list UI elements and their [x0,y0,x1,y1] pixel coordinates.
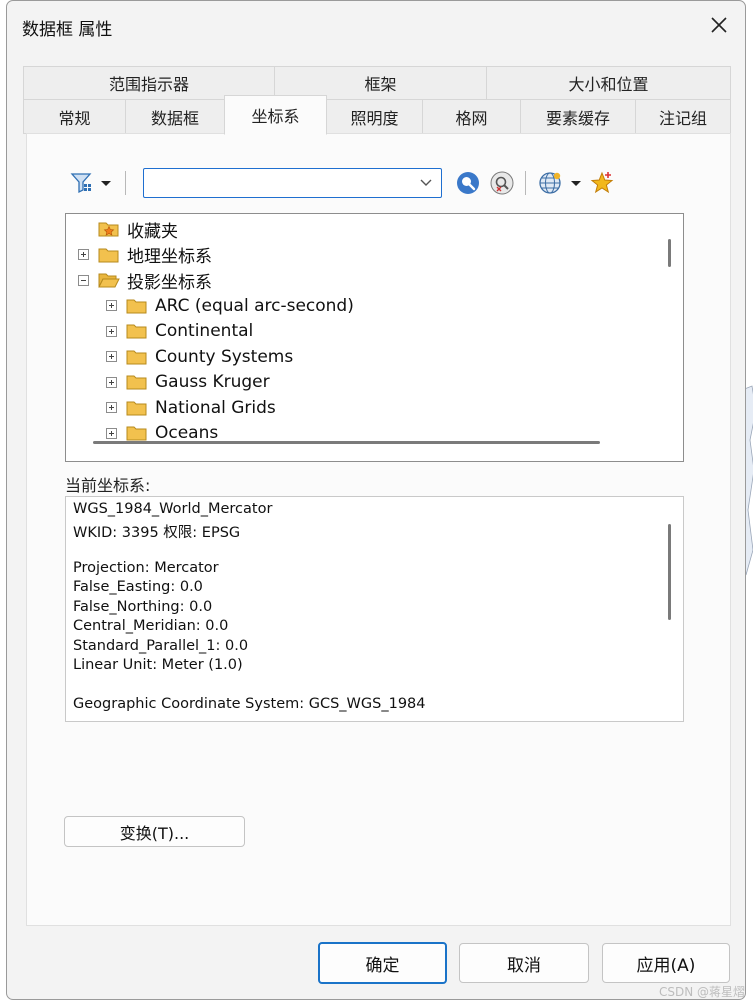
expand-icon[interactable] [106,325,117,337]
dropdown-arrow-icon[interactable] [569,170,583,196]
tab-label: 注记组 [658,108,707,128]
toolbar-separator [125,171,126,195]
tree-item-label: 收藏夹 [127,221,178,242]
tab-data-frame[interactable]: 数据框 [125,99,225,134]
expand-icon[interactable] [106,351,117,362]
tab-label: 数据框 [150,108,199,128]
coordinate-toolbar [69,166,629,202]
tab-label: 要素缓存 [545,108,610,128]
cancel-button-label: 取消 [507,955,541,976]
horizontal-scrollbar[interactable] [93,441,600,444]
coordinate-system-tree[interactable]: 收藏夹地理坐标系投影坐标系 ARC (equal arc-second) Conti… [65,213,684,462]
collapse-icon[interactable] [78,274,89,286]
tab-strip: 范围指示器 框架 大小和位置 常规 数据框 坐标系 照明度 格网 要素缓存 注记… [23,66,731,135]
toolbar-separator [525,171,526,195]
transform-button-label: 变换(T)... [119,823,190,843]
tab-feature-cache[interactable]: 要素缓存 [520,99,636,134]
expand-icon[interactable] [106,427,117,439]
details-line: WGS_1984_World_Mercator [73,501,273,517]
details-scrollbar[interactable] [668,524,671,620]
folder-icon [126,401,147,415]
tree-item[interactable]: County Systems [106,345,293,369]
tab-annotation-groups[interactable]: 注记组 [635,99,731,134]
tree-item[interactable]: 投影坐标系 [78,268,212,293]
tab-label: 坐标系 [251,107,300,126]
details-line: False_Northing: 0.0 [73,598,213,615]
tab-label: 格网 [455,108,488,128]
search-combobox[interactable] [143,168,442,198]
close-icon [711,17,727,33]
expand-icon[interactable] [106,300,117,311]
details-line: Standard_Parallel_1: 0.0 [73,637,249,654]
tree-item-label: County Systems [155,346,294,367]
tree-item[interactable]: Gauss Kruger [106,370,270,394]
watermark: CSDN @蒋星熠 [658,985,745,999]
chevron-down-icon[interactable] [419,177,433,189]
tree-item[interactable]: National Grids [106,396,276,420]
apply-button[interactable]: 应用(A) [602,943,730,983]
tree-item-label: ARC (equal arc-second) [155,295,354,316]
tree-item-label: National Grids [155,397,276,418]
tab-label: 大小和位置 [568,75,649,94]
folder-icon [126,324,147,339]
ok-button[interactable]: 确定 [318,942,447,984]
clear-search-icon[interactable] [489,170,515,196]
tree-item-label: Oceans [155,423,219,443]
title-bar: 数据框 属性 [7,1,745,51]
folder-icon [126,299,147,313]
globe-icon[interactable] [537,170,563,196]
expand-icon[interactable] [106,376,117,388]
vertical-scrollbar[interactable] [668,239,671,267]
details-line: False_Easting: 0.0 [73,579,203,595]
dropdown-arrow-icon[interactable] [99,170,113,196]
tree-item[interactable]: ARC (equal arc-second) [106,294,354,318]
details-line: Linear Unit: Meter (1.0) [73,657,243,673]
details-line: WKID: 3395 权限: EPSG [73,524,241,541]
search-icon[interactable] [455,170,481,196]
favorite-add-icon[interactable] [589,170,615,196]
tab-general[interactable]: 常规 [23,99,126,134]
favorites-folder-icon [98,222,119,237]
filter-icon[interactable] [69,170,95,196]
folder-icon [98,248,119,262]
tree-item[interactable]: Continental [106,319,253,343]
tree-item[interactable]: 地理坐标系 [78,243,212,267]
tab-label: 常规 [58,108,91,128]
dialog-title: 数据框 属性 [22,20,113,40]
tab-label: 框架 [364,75,397,94]
folder-icon [126,350,147,364]
tab-grids[interactable]: 格网 [422,99,521,134]
expand-icon[interactable] [106,402,117,413]
tab-label: 范围指示器 [108,75,189,94]
apply-button-label: 应用(A) [636,955,696,976]
current-coordinate-system-label: 当前坐标系: [65,476,151,495]
tab-content-coordinate-system: 收藏夹地理坐标系投影坐标系 ARC (equal arc-second) Conti… [26,133,731,926]
current-coordinate-system-details: WGS_1984_World_Mercator WKID: 3395 权限: EP… [65,496,684,722]
tree-item-label: 投影坐标系 [127,272,212,293]
tab-size-position[interactable]: 大小和位置 [486,66,731,100]
folder-icon [126,426,147,441]
tab-coordinate-system[interactable]: 坐标系 [224,95,327,135]
transform-button[interactable]: 变换(T)... [64,816,245,847]
ok-button-label: 确定 [365,955,400,976]
tab-label: 照明度 [350,108,399,128]
tree-item-label: 地理坐标系 [127,247,212,267]
folder-open-icon [98,273,120,288]
details-line: Geographic Coordinate System: GCS_WGS_19… [73,696,426,712]
cancel-button[interactable]: 取消 [459,943,589,983]
tree-item-label: Continental [155,321,254,341]
close-button[interactable] [707,13,731,37]
properties-dialog: 数据框 属性 范围指示器 框架 大小和位置 常规 数据框 坐标系 照明度 格网 … [6,0,746,1000]
tab-illumination[interactable]: 照明度 [326,99,423,134]
folder-icon [126,375,147,390]
tree-item[interactable]: 收藏夹 [78,217,178,242]
details-line: Central_Meridian: 0.0 [73,618,229,634]
tree-item-label: Gauss Kruger [155,372,270,392]
expand-icon[interactable] [78,249,89,260]
details-line: Projection: Mercator [73,559,219,576]
